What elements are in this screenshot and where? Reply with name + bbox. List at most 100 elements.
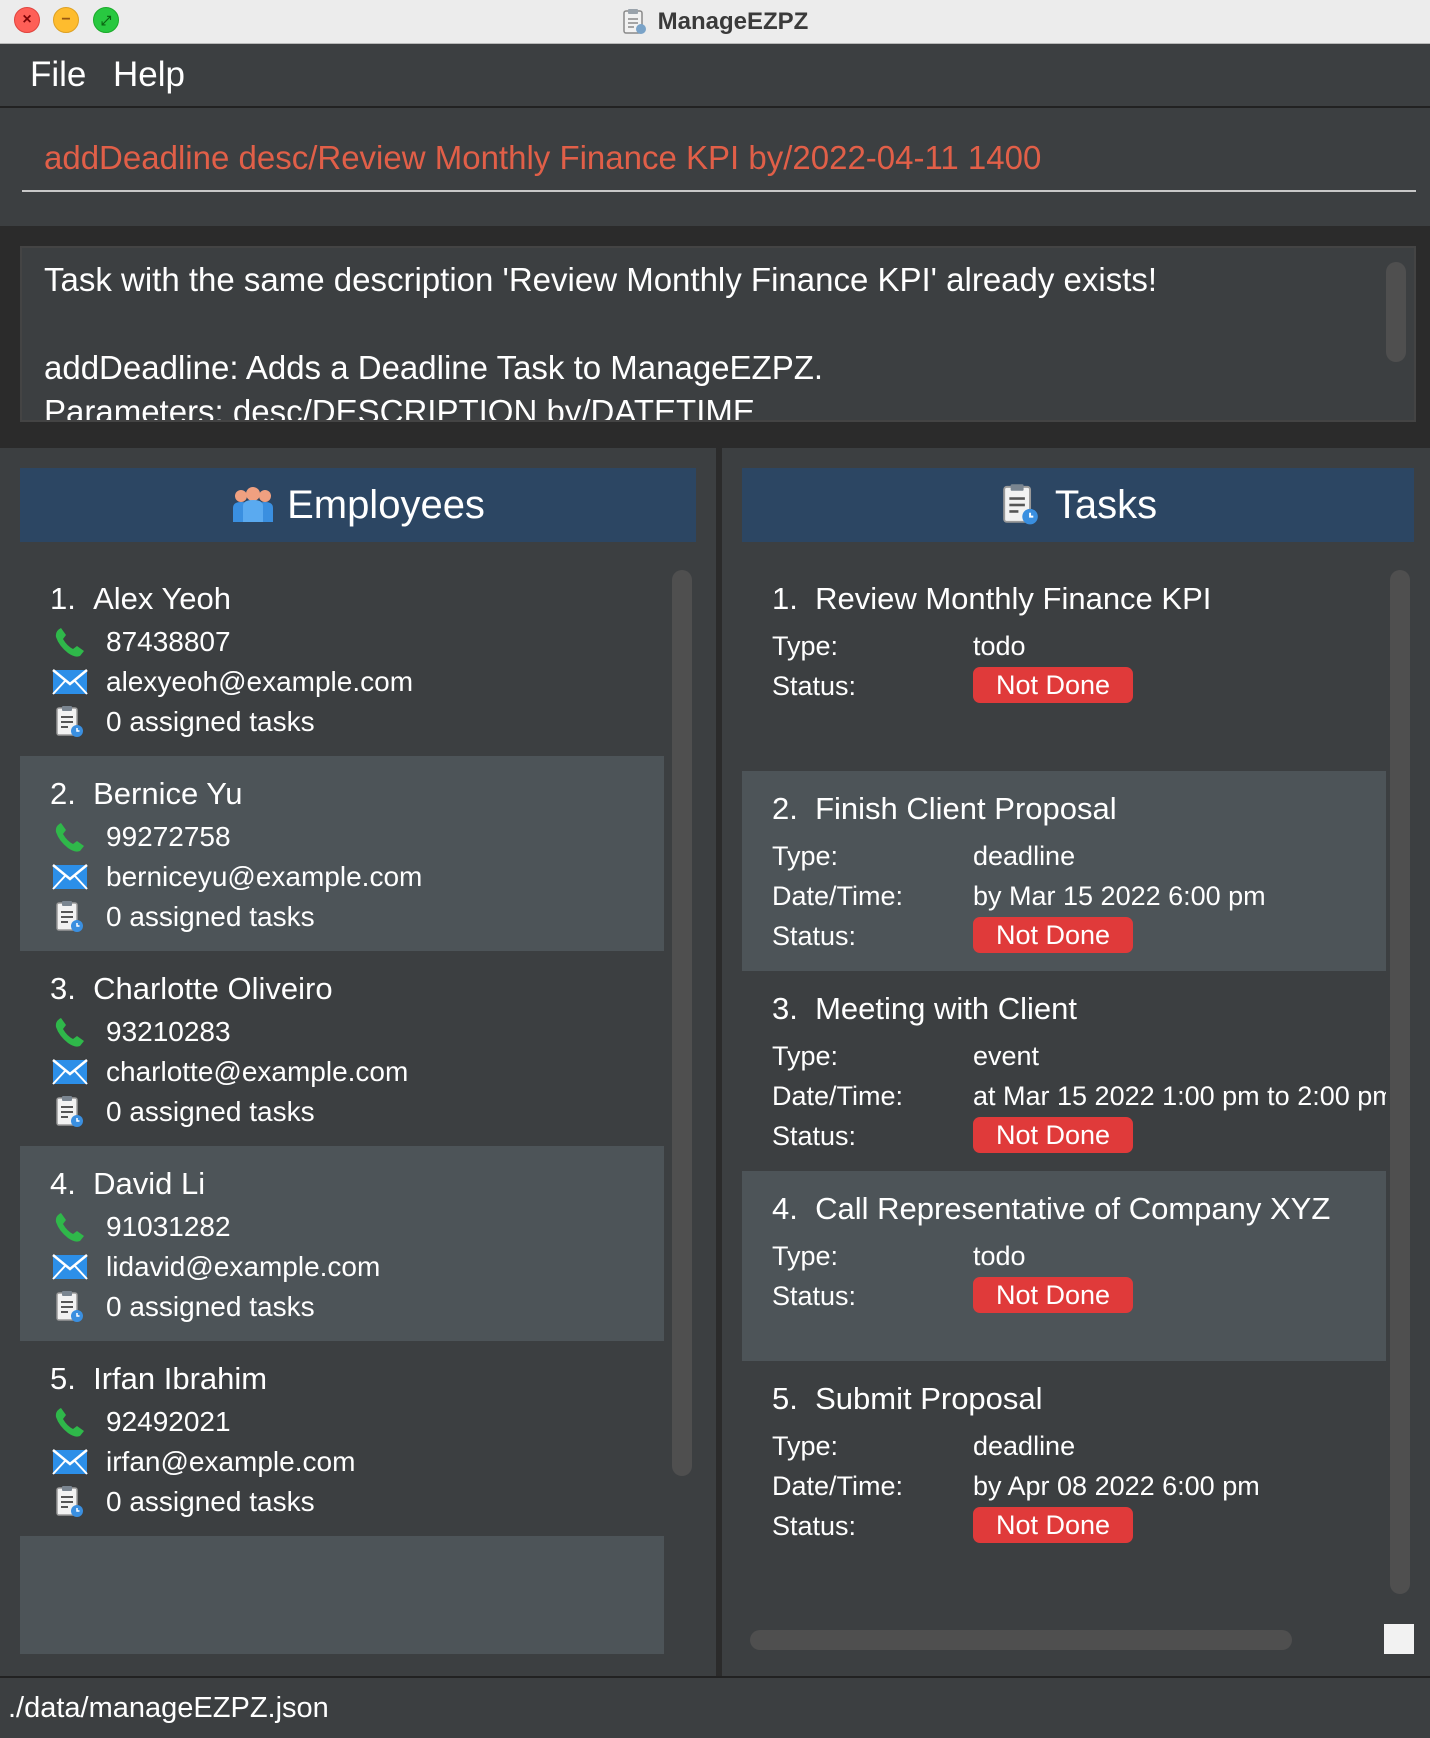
email-icon [50,1247,90,1287]
task-status-label: Status: [772,1281,857,1311]
status-badge: Not Done [973,1277,1133,1313]
employee-name: 2. Bernice Yu [50,776,242,812]
task-card[interactable]: 3. Meeting with Client Type: event Date/… [742,971,1386,1171]
task-name-text: Review Monthly Finance KPI [815,581,1212,616]
employees-panel: Employees 1. Alex Yeoh 87438807 alexyeoh… [0,448,716,1676]
result-scrollbar[interactable] [1386,262,1406,362]
employee-email-row: charlotte@example.com [50,1052,408,1092]
employee-card[interactable]: 1. Alex Yeoh 87438807 alexyeoh@example.c… [20,561,664,777]
employee-card[interactable]: 5. Irfan Ibrahim 92492021 irfan@example.… [20,1341,664,1557]
employees-header: Employees [20,468,696,542]
employee-tasks-row: 0 assigned tasks [50,1092,315,1132]
task-name: 3. Meeting with Client [772,991,1077,1027]
menu-bar: File Help [0,44,1430,108]
task-name: 4. Call Representative of Company XYZ [772,1191,1330,1227]
task-name-text: Submit Proposal [815,1381,1043,1416]
employee-phone: 92492021 [106,1406,231,1437]
task-type-label: Type: [772,1041,839,1071]
window-title-text: ManageEZPZ [657,8,809,35]
employee-name-text: Alex Yeoh [93,581,232,616]
task-type-label: Type: [772,1431,839,1461]
task-type-label: Type: [772,631,839,661]
task-datetime: by Apr 08 2022 6:00 pm [973,1471,1260,1501]
employee-card[interactable]: 2. Bernice Yu 99272758 berniceyu@example… [20,756,664,972]
task-list-icon [50,1482,90,1522]
window-title: ManageEZPZ [0,0,1430,44]
employee-tasks-row: 0 assigned tasks [50,897,315,937]
task-name-text: Call Representative of Company XYZ [815,1191,1331,1226]
tasks-panel: Tasks 1. Review Monthly Finance KPI Type… [722,448,1430,1676]
task-list-icon [50,897,90,937]
employee-card[interactable] [20,1536,664,1654]
task-type: event [973,1041,1040,1071]
task-name-text: Finish Client Proposal [815,791,1117,826]
result-display[interactable]: Task with the same description 'Review M… [20,246,1416,422]
phone-icon [50,1012,90,1052]
result-area: Task with the same description 'Review M… [0,226,1430,448]
employee-index: 3. [50,971,76,1006]
phone-icon [50,1207,90,1247]
employee-email-row: irfan@example.com [50,1442,355,1482]
tasks-header: Tasks [742,468,1414,542]
task-type: todo [973,631,1026,661]
employees-title: Employees [287,482,485,527]
employee-tasks-row: 0 assigned tasks [50,1482,315,1522]
task-card[interactable]: 1. Review Monthly Finance KPI Type: todo… [742,561,1386,771]
task-datetime: by Mar 15 2022 6:00 pm [973,881,1266,911]
task-card[interactable]: 5. Submit Proposal Type: deadline Date/T… [742,1361,1386,1561]
scroll-corner [1384,1624,1414,1654]
app-icon [622,9,646,34]
task-list: 1. Review Monthly Finance KPI Type: todo… [742,561,1386,1633]
task-list-hscrollbar[interactable] [750,1630,1292,1650]
email-icon [50,1052,90,1092]
employee-email-row: alexyeoh@example.com [50,662,413,702]
task-type-label: Type: [772,841,839,871]
menu-help[interactable]: Help [113,44,185,106]
employee-email: irfan@example.com [106,1446,356,1477]
task-status-label: Status: [772,921,857,951]
task-index: 4. [772,1191,798,1226]
employee-name-text: Irfan Ibrahim [93,1361,268,1396]
task-card[interactable]: 2. Finish Client Proposal Type: deadline… [742,771,1386,971]
task-type: todo [973,1241,1026,1271]
task-index: 2. [772,791,798,826]
task-datetime: at Mar 15 2022 1:00 pm to 2:00 pm [973,1081,1386,1111]
menu-file[interactable]: File [30,44,86,106]
task-index: 5. [772,1381,798,1416]
task-datetime-label: Date/Time: [772,1081,904,1111]
employee-tasks-row: 0 assigned tasks [50,1287,315,1327]
task-type: deadline [973,841,1076,871]
employee-card[interactable]: 3. Charlotte Oliveiro 93210283 charlotte… [20,951,664,1167]
tasks-icon [1003,484,1038,525]
task-list-icon [50,1092,90,1132]
employee-name-text: Bernice Yu [93,776,243,811]
task-list-icon [50,1287,90,1327]
status-bar: ./data/manageEZPZ.json [0,1676,1430,1738]
task-name-text: Meeting with Client [815,991,1077,1026]
status-badge: Not Done [973,1507,1133,1543]
result-line: Parameters: desc/DESCRIPTION by/DATETIME [44,393,755,422]
employee-name: 4. David Li [50,1166,205,1202]
employee-email: charlotte@example.com [106,1056,409,1087]
phone-icon [50,622,90,662]
employee-card[interactable]: 4. David Li 91031282 lidavid@example.com… [20,1146,664,1362]
email-icon [50,1442,90,1482]
task-type: deadline [973,1431,1076,1461]
task-card[interactable]: 4. Call Representative of Company XYZ Ty… [742,1171,1386,1361]
task-name: 2. Finish Client Proposal [772,791,1117,827]
employee-phone-row: 99272758 [50,817,231,857]
command-input[interactable] [22,126,1416,192]
employee-email: alexyeoh@example.com [106,666,414,697]
result-line: Task with the same description 'Review M… [44,261,1158,298]
employee-assigned-tasks: 0 assigned tasks [106,1291,315,1322]
result-text: Task with the same description 'Review M… [44,258,1158,422]
employee-email-row: lidavid@example.com [50,1247,380,1287]
employee-list-scrollbar[interactable] [672,570,692,1476]
task-type-label: Type: [772,1241,839,1271]
employee-assigned-tasks: 0 assigned tasks [106,901,315,932]
task-list-scrollbar[interactable] [1390,570,1410,1594]
employee-phone-row: 91031282 [50,1207,231,1247]
task-status-label: Status: [772,1121,857,1151]
employee-index: 4. [50,1166,76,1201]
employee-index: 2. [50,776,76,811]
